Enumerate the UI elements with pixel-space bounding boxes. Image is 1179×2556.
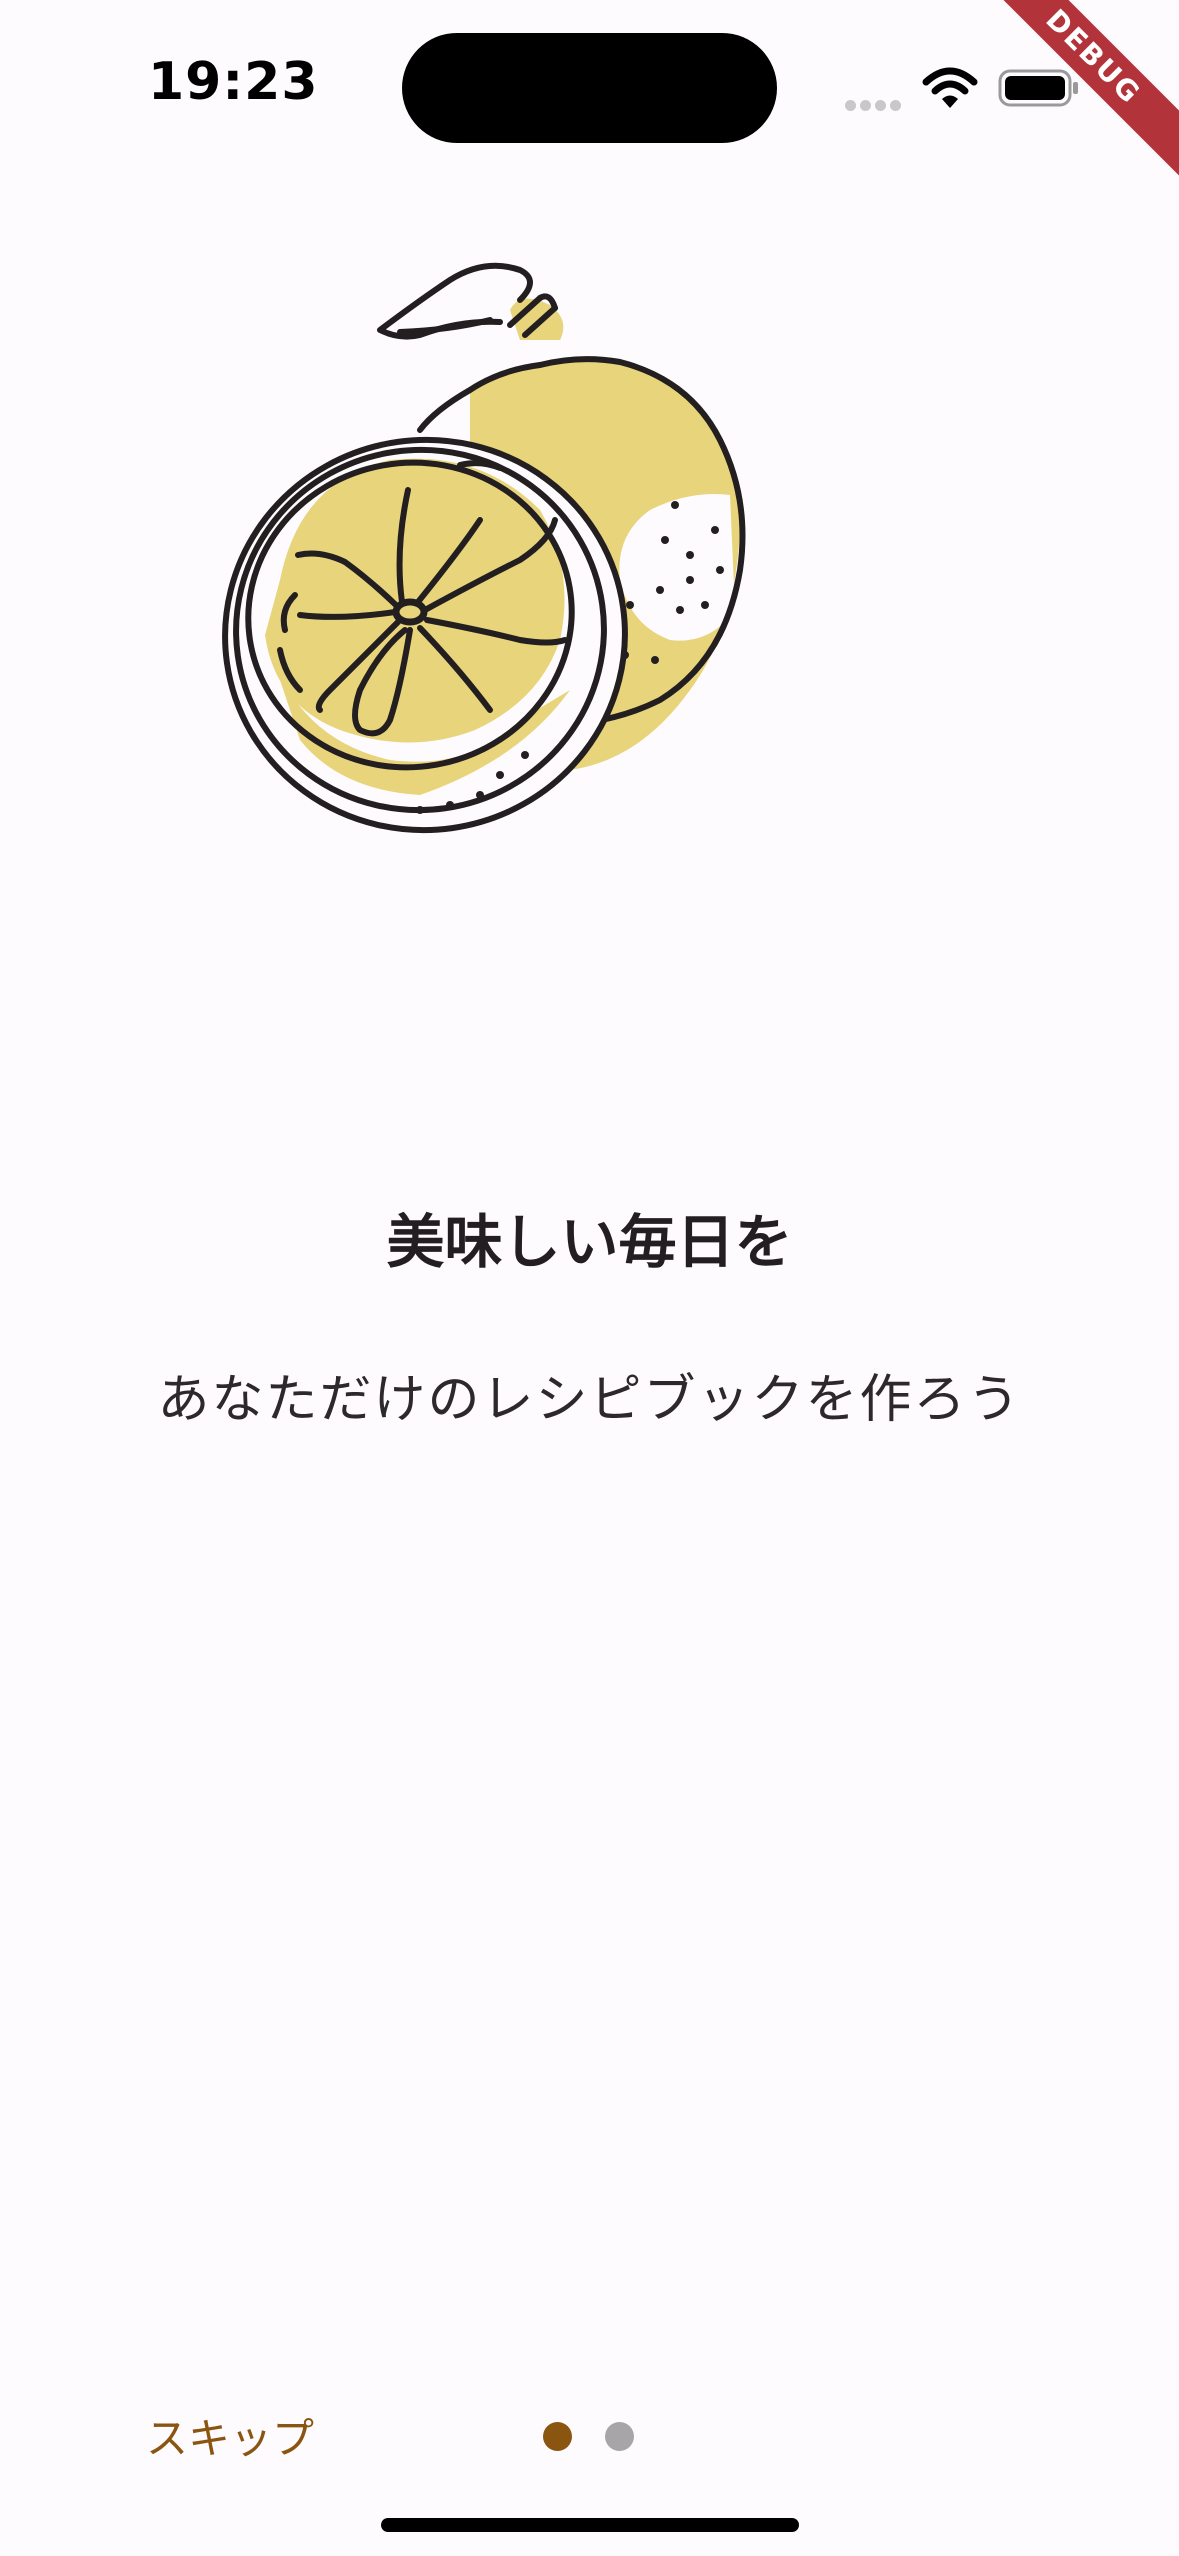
status-bar: 19:23 — [0, 0, 1179, 150]
page-indicator — [540, 2422, 640, 2452]
page-dot-inactive[interactable] — [605, 2422, 634, 2451]
battery-icon — [998, 69, 1078, 107]
citrus-fruit-illustration — [222, 262, 746, 834]
wifi-icon — [922, 67, 978, 108]
status-time: 19:23 — [148, 52, 319, 112]
onboarding-subtitle: あなただけのレシピブックを作ろう — [157, 1370, 1022, 1430]
dynamic-island — [402, 33, 777, 143]
onboarding-title: 美味しい毎日を — [386, 1208, 793, 1276]
home-indicator[interactable] — [381, 2518, 799, 2532]
skip-button[interactable]: スキップ — [146, 2405, 314, 2466]
page-dot-active[interactable] — [543, 2422, 572, 2451]
cellular-signal-icon — [845, 96, 905, 111]
